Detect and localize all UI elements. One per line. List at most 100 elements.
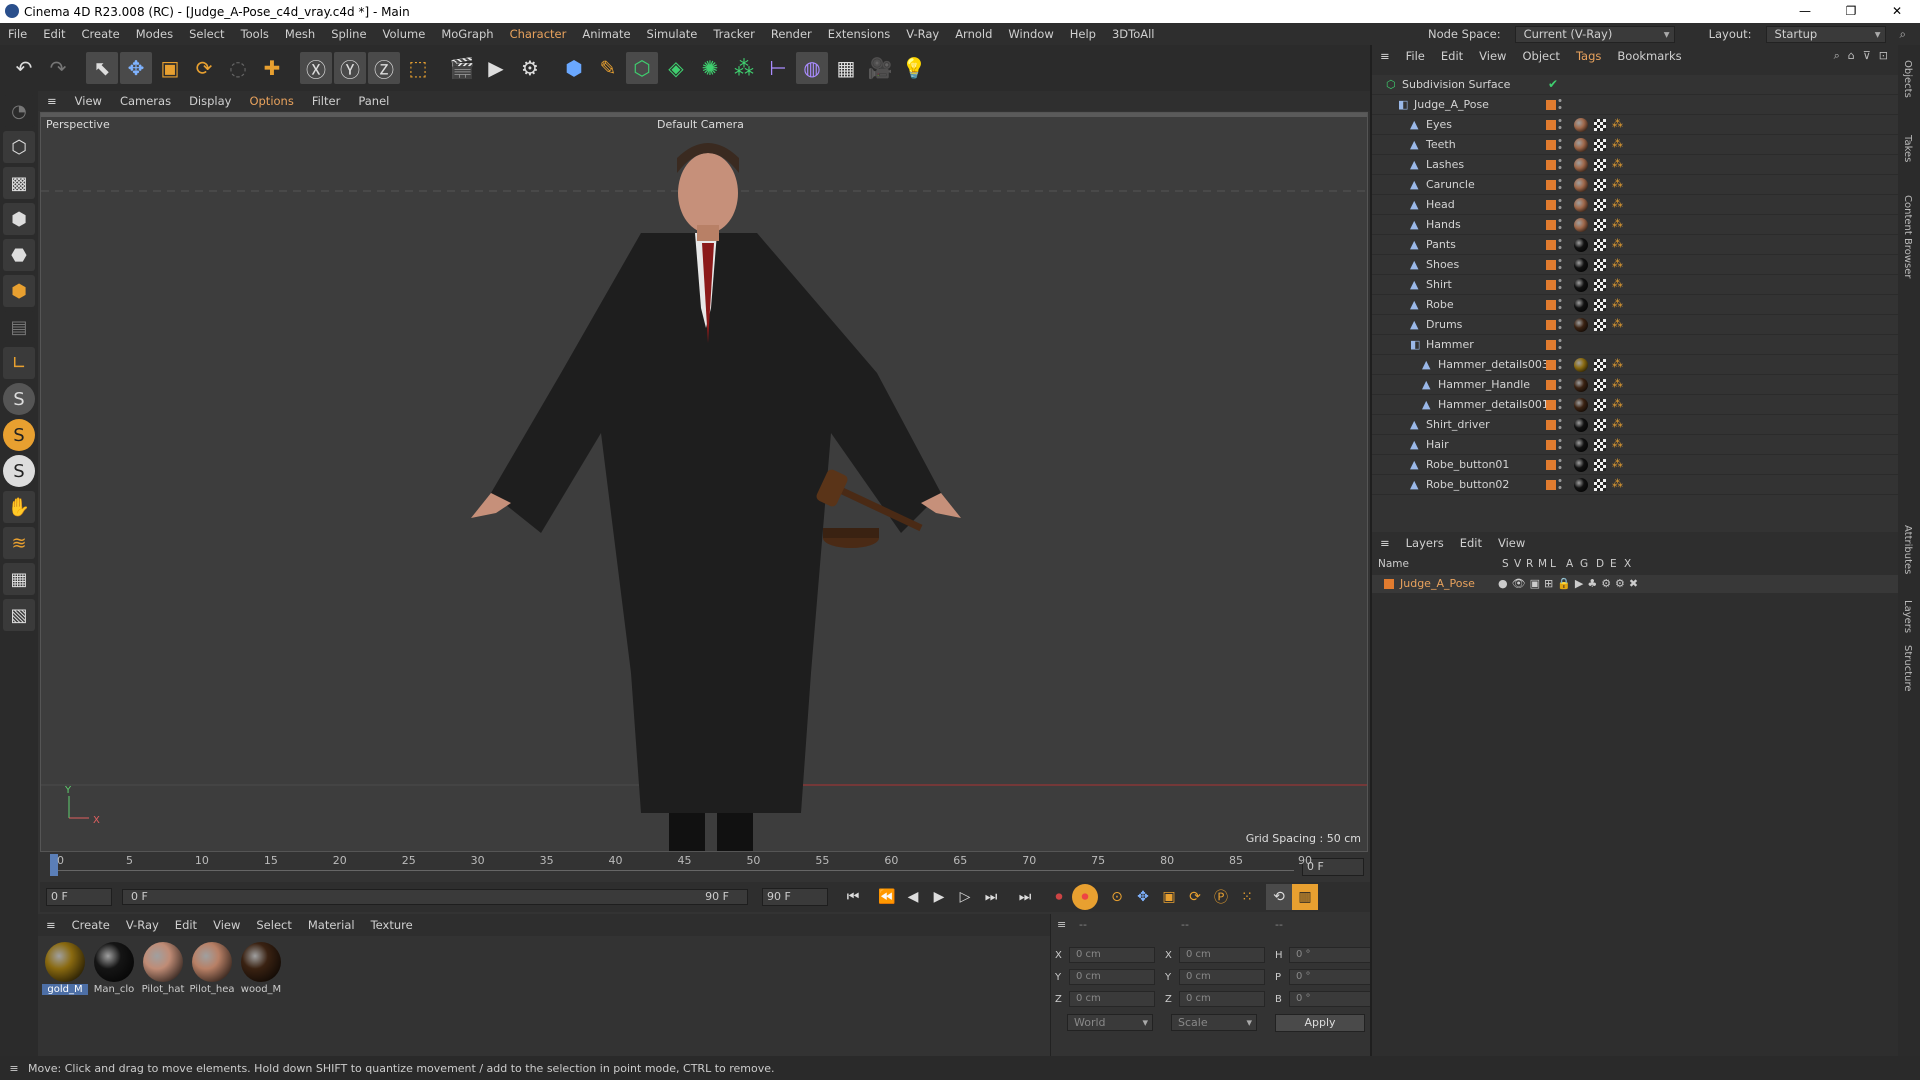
object-name[interactable]: Caruncle xyxy=(1426,178,1475,191)
material-tag-icon[interactable] xyxy=(1574,138,1588,152)
texture-tag-icon[interactable] xyxy=(1594,179,1606,191)
menu-mesh[interactable]: Mesh xyxy=(277,27,323,41)
point-mode-icon[interactable]: ⬢ xyxy=(3,203,35,235)
object-visibility-dots[interactable] xyxy=(1558,317,1562,331)
material-menu-texture[interactable]: Texture xyxy=(363,918,421,932)
object-visibility-dots[interactable] xyxy=(1558,137,1562,151)
scale-tool-icon[interactable]: ▣ xyxy=(154,52,186,84)
texture-tag-icon[interactable] xyxy=(1594,279,1606,291)
layer-toggle-icons[interactable]: ●👁▣⊞🔒▶♣⚙⚙✖ xyxy=(1498,577,1642,590)
side-tab-layers[interactable]: Layers xyxy=(1902,600,1913,633)
objects-menu-bookmarks[interactable]: Bookmarks xyxy=(1609,49,1689,63)
object-visibility-dots[interactable] xyxy=(1558,257,1562,271)
key-rotation-icon[interactable]: ⟳ xyxy=(1182,884,1208,910)
object-row[interactable]: ▲ Hammer_details003 ⁂ xyxy=(1372,355,1900,375)
vray-tag-icon[interactable]: ⁂ xyxy=(1612,197,1623,210)
go-to-start-icon[interactable]: ⏮ xyxy=(840,884,866,910)
layer-hamburger-icon[interactable]: ≡ xyxy=(1372,536,1398,550)
object-row[interactable]: ▲ Pants ⁂ xyxy=(1372,235,1900,255)
key-pla-icon[interactable]: ⁙ xyxy=(1234,884,1260,910)
previous-key-icon[interactable]: ⏪ xyxy=(874,884,900,910)
object-name[interactable]: Hammer_details003 xyxy=(1438,358,1549,371)
texture-tag-icon[interactable] xyxy=(1594,299,1606,311)
menu-file[interactable]: File xyxy=(0,27,35,41)
vray-tag-icon[interactable]: ⁂ xyxy=(1612,137,1623,150)
polygon-mode-icon[interactable]: ⬢ xyxy=(3,275,35,307)
menu-character[interactable]: Character xyxy=(502,27,575,41)
grid-icon[interactable]: ▦ xyxy=(3,563,35,595)
mograph-icon[interactable]: ✺ xyxy=(694,52,726,84)
vray-tag-icon[interactable]: ⁂ xyxy=(1612,157,1623,170)
size-y-field[interactable]: 0 cm xyxy=(1179,969,1265,985)
texture-mode-icon[interactable]: ▩ xyxy=(3,167,35,199)
coord-scale-select[interactable]: Scale xyxy=(1171,1014,1257,1031)
object-row[interactable]: ▲ Shirt_driver ⁂ xyxy=(1372,415,1900,435)
object-row[interactable]: ▲ Eyes ⁂ xyxy=(1372,115,1900,135)
object-row[interactable]: ◧ Hammer xyxy=(1372,335,1900,355)
object-visibility-dots[interactable] xyxy=(1558,237,1562,251)
object-name[interactable]: Judge_A_Pose xyxy=(1414,98,1489,111)
redo-icon[interactable]: ↷ xyxy=(42,52,74,84)
vray-tag-icon[interactable]: ⁂ xyxy=(1612,117,1623,130)
render-region-icon[interactable]: 🎬 xyxy=(446,52,478,84)
layer-color-swatch[interactable] xyxy=(1546,300,1556,310)
material-menu-create[interactable]: Create xyxy=(64,918,118,932)
object-visibility-dots[interactable] xyxy=(1558,417,1562,431)
object-name[interactable]: Shirt_driver xyxy=(1426,418,1490,431)
material-thumbnail[interactable]: Pilot_hat xyxy=(140,942,186,995)
object-name[interactable]: Hammer xyxy=(1426,338,1474,351)
viewport-menu-cameras[interactable]: Cameras xyxy=(111,94,180,108)
material-tag-icon[interactable] xyxy=(1574,298,1588,312)
node-space-select[interactable]: Current (V-Ray) xyxy=(1514,25,1675,43)
objects-menu-tags[interactable]: Tags xyxy=(1568,49,1609,63)
layer-color-swatch[interactable] xyxy=(1546,380,1556,390)
previous-frame-icon[interactable]: ◀ xyxy=(900,884,926,910)
object-name[interactable]: Hands xyxy=(1426,218,1461,231)
light-icon[interactable]: 💡 xyxy=(898,52,930,84)
move-tool-icon[interactable]: ✥ xyxy=(120,52,152,84)
texture-tag-icon[interactable] xyxy=(1594,219,1606,231)
object-row[interactable]: ◧ Judge_A_Pose xyxy=(1372,95,1900,115)
material-menu-edit[interactable]: Edit xyxy=(167,918,205,932)
object-name[interactable]: Teeth xyxy=(1426,138,1456,151)
material-tag-icon[interactable] xyxy=(1574,438,1588,452)
coord-space-select[interactable]: World xyxy=(1067,1014,1153,1031)
object-visibility-dots[interactable] xyxy=(1558,157,1562,171)
texture-tag-icon[interactable] xyxy=(1594,439,1606,451)
start-frame-field[interactable]: 0 F xyxy=(46,888,112,906)
keyframe-selection-icon[interactable]: ⊙ xyxy=(1104,884,1130,910)
object-name[interactable]: Hammer_Handle xyxy=(1438,378,1530,391)
vray-tag-icon[interactable]: ⁂ xyxy=(1612,417,1623,430)
extrude-icon[interactable]: ◈ xyxy=(660,52,692,84)
snap-settings-icon[interactable]: S xyxy=(3,419,35,451)
hamburger-icon[interactable]: ≡ xyxy=(38,94,66,108)
material-tag-icon[interactable] xyxy=(1574,358,1588,372)
object-row[interactable]: ▲ Caruncle ⁂ xyxy=(1372,175,1900,195)
coord-hamburger-icon[interactable]: ≡ xyxy=(1057,918,1066,931)
material-tag-icon[interactable] xyxy=(1574,238,1588,252)
size-x-field[interactable]: 0 cm xyxy=(1179,947,1265,963)
object-row[interactable]: ▲ Hands ⁂ xyxy=(1372,215,1900,235)
menu-edit[interactable]: Edit xyxy=(35,27,73,41)
object-name[interactable]: Hammer_details001 xyxy=(1438,398,1549,411)
key-scale-icon[interactable]: ▣ xyxy=(1156,884,1182,910)
uv-mode-icon[interactable]: ▤ xyxy=(3,311,35,343)
obj-home-icon[interactable]: ⌂ xyxy=(1848,49,1855,63)
vray-tag-icon[interactable]: ⁂ xyxy=(1612,177,1623,190)
side-tab-content-browser[interactable]: Content Browser xyxy=(1902,195,1913,278)
material-thumbnail[interactable]: gold_M xyxy=(42,942,88,995)
object-row[interactable]: ▲ Drums ⁂ xyxy=(1372,315,1900,335)
menu-v-ray[interactable]: V-Ray xyxy=(898,27,947,41)
material-tag-icon[interactable] xyxy=(1574,158,1588,172)
material-tag-icon[interactable] xyxy=(1574,378,1588,392)
texture-tag-icon[interactable] xyxy=(1594,239,1606,251)
obj-hamburger-icon[interactable]: ≡ xyxy=(1372,49,1398,63)
timeline-window-icon[interactable]: ▥ xyxy=(1292,884,1318,910)
object-visibility-dots[interactable] xyxy=(1558,97,1562,111)
object-visibility-dots[interactable] xyxy=(1558,177,1562,191)
viewport-menu-view[interactable]: View xyxy=(66,94,111,108)
make-editable-icon[interactable]: ◔ xyxy=(3,95,35,127)
objects-menu-view[interactable]: View xyxy=(1471,49,1514,63)
menu-window[interactable]: Window xyxy=(1000,27,1061,41)
object-row[interactable]: ▲ Shoes ⁂ xyxy=(1372,255,1900,275)
